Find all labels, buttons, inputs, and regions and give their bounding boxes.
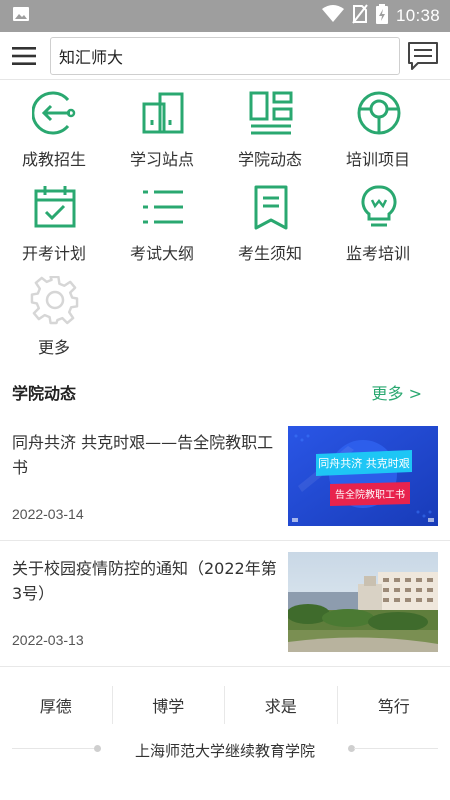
grid-item-invigilation[interactable]: 监考培训 [324, 178, 432, 268]
grid-item-exam-plan[interactable]: 开考计划 [0, 178, 108, 268]
grid-label: 成教招生 [21, 150, 86, 169]
grid-label: 学习站点 [129, 150, 194, 169]
news-date: 2022-03-14 [12, 506, 84, 522]
status-time: 10:38 [395, 6, 440, 25]
motto-bar: 厚德 博学 求是 笃行 [0, 686, 450, 724]
grid-label: 监考培训 [345, 244, 410, 263]
news-section-header: 学院动态 更多 > [0, 374, 450, 406]
candidate-notice-icon [248, 184, 294, 230]
news-item[interactable]: 关于校园疫情防控的通知（2022年第3号） 2022-03-13 [0, 540, 450, 666]
exam-outline-icon [140, 184, 186, 230]
news-thumbnail: 同舟共济 共克时艰 告全院教职工书 [288, 426, 438, 526]
news-item[interactable]: 同舟共济 共克时艰——告全院教职工书 2022-03-14 同舟共济 共克时艰 … [0, 414, 450, 540]
grid-item-college-news[interactable]: 学院动态 [216, 84, 324, 174]
section-title: 学院动态 [12, 384, 77, 403]
motto-item: 博学 [113, 686, 225, 724]
thumb-text-line2: 告全院教职工书 [335, 488, 405, 501]
divider [0, 666, 450, 667]
news-date: 2022-03-13 [12, 632, 84, 648]
app-header: 知汇师大 [0, 32, 450, 80]
grid-label: 学院动态 [237, 150, 302, 169]
grid-item-study-site[interactable]: 学习站点 [108, 84, 216, 174]
wifi-icon [321, 5, 344, 27]
exam-calendar-icon [32, 184, 78, 230]
grid-label: 考生须知 [237, 244, 302, 263]
study-site-icon [140, 90, 186, 136]
grid-label: 培训项目 [345, 150, 410, 169]
gear-icon [30, 275, 79, 325]
status-bar: 10:38 [0, 0, 450, 32]
training-project-icon [356, 90, 402, 136]
search-input[interactable]: 知汇师大 [50, 36, 400, 75]
grid-item-training-project[interactable]: 培训项目 [324, 84, 432, 174]
grid-label: 开考计划 [21, 244, 86, 263]
college-news-icon [248, 90, 294, 136]
image-icon [12, 5, 30, 27]
hamburger-icon[interactable] [0, 32, 48, 80]
enroll-icon [31, 90, 78, 136]
motto-item: 厚德 [0, 686, 113, 724]
grid-item-exam-outline[interactable]: 考试大纲 [108, 178, 216, 268]
motto-item: 笃行 [377, 697, 410, 716]
grid-label: 考试大纲 [129, 244, 194, 263]
news-title: 同舟共济 共克时艰——告全院教职工书 [12, 433, 274, 477]
grid-item-candidate-notice[interactable]: 考生须知 [216, 178, 324, 268]
grid-item-more[interactable]: 更多 [0, 272, 108, 362]
battery-icon [375, 4, 388, 28]
motto-item: 求是 [225, 686, 338, 724]
search-value: 知汇师大 [59, 47, 124, 67]
more-link[interactable]: 更多 > [372, 380, 423, 404]
grid-item-enroll[interactable]: 成教招生 [0, 84, 108, 174]
no-sim-icon [352, 4, 368, 28]
news-title: 关于校园疫情防控的通知（2022年第3号） [12, 559, 277, 603]
grid-label: 更多 [37, 338, 70, 357]
invigilation-training-icon [356, 184, 402, 230]
news-thumbnail [288, 552, 438, 652]
message-icon[interactable] [400, 32, 446, 80]
thumb-text-line1: 同舟共济 共克时艰 [318, 456, 410, 470]
institution-name: 上海师范大学继续教育学院 [134, 742, 315, 760]
